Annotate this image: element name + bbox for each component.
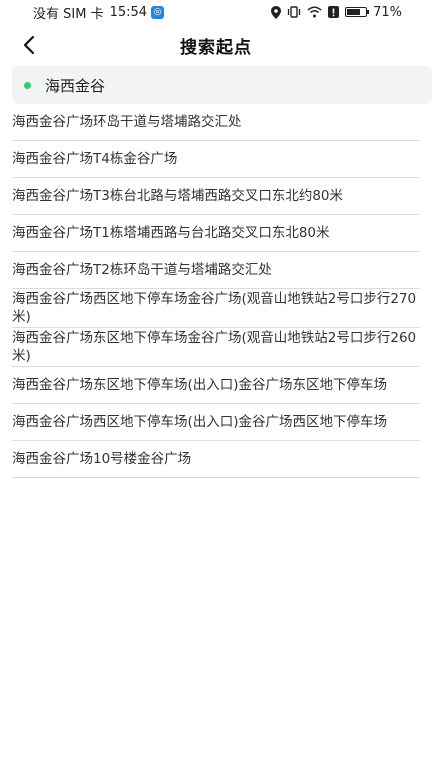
start-point-dot-icon — [24, 81, 31, 89]
header: 搜索起点 — [0, 28, 432, 62]
list-item-label: 海西金谷广场西区地下停车场(出入口)金谷广场西区地下停车场 — [12, 414, 388, 430]
list-item-label: 海西金谷广场T1栋塔埔西路与台北路交叉口东北80米 — [12, 225, 330, 241]
list-item[interactable]: 海西金谷广场10号楼金谷广场 — [12, 441, 420, 478]
list-item[interactable]: 海西金谷广场东区地下停车场金谷广场(观音山地铁站2号口步行260米) — [12, 328, 420, 367]
list-item[interactable]: 海西金谷广场西区地下停车场金谷广场(观音山地铁站2号口步行270米) — [12, 289, 420, 328]
list-item-label: 海西金谷广场西区地下停车场金谷广场(观音山地铁站2号口步行270米) — [12, 291, 417, 325]
vibrate-icon — [287, 6, 301, 18]
result-list: 海西金谷广场环岛干道与塔埔路交汇处 海西金谷广场T4栋金谷广场海西金谷广场T3栋台… — [12, 104, 420, 478]
list-item[interactable]: 海西金谷广场T4栋金谷广场 — [12, 141, 420, 178]
status-right: 71% — [271, 5, 432, 20]
list-item[interactable]: 海西金谷广场T1栋塔埔西路与台北路交叉口东北80米 — [12, 215, 420, 252]
list-item-label: 海西金谷广场T2栋环岛干道与塔埔路交汇处 — [12, 262, 272, 278]
list-item[interactable]: 海西金谷广场环岛干道与塔埔路交汇处 — [12, 104, 420, 141]
app-notification-icon: ◎ — [151, 5, 165, 19]
clock-text: 15:54 — [109, 4, 148, 20]
chevron-left-icon — [23, 36, 35, 54]
search-box[interactable] — [12, 66, 432, 104]
list-item-label: 海西金谷广场10号楼金谷广场 — [12, 451, 192, 467]
list-item[interactable]: 海西金谷广场T2栋环岛干道与塔埔路交汇处 — [12, 252, 420, 289]
list-item-label: 海西金谷广场T3栋台北路与塔埔西路交叉口东北约80米 — [12, 188, 344, 204]
list-item[interactable]: 海西金谷广场T3栋台北路与塔埔西路交叉口东北约80米 — [12, 178, 420, 215]
alert-icon — [328, 6, 340, 18]
search-input[interactable] — [45, 76, 405, 94]
battery-percent: 71% — [373, 4, 402, 20]
page-title: 搜索起点 — [180, 37, 252, 58]
list-item-label: 海西金谷广场东区地下停车场(出入口)金谷广场东区地下停车场 — [12, 377, 388, 393]
location-icon — [271, 5, 282, 19]
list-item-label: 海西金谷广场环岛干道与塔埔路交汇处 — [12, 114, 242, 130]
list-item-label: 海西金谷广场东区地下停车场金谷广场(观音山地铁站2号口步行260米) — [12, 330, 417, 364]
back-button[interactable] — [14, 30, 44, 60]
list-item[interactable]: 海西金谷广场东区地下停车场(出入口)金谷广场东区地下停车场 — [12, 367, 420, 404]
battery-icon — [345, 7, 370, 17]
list-item-label: 海西金谷广场T4栋金谷广场 — [12, 151, 178, 167]
carrier-text: 没有 SIM 卡 — [33, 6, 104, 22]
list-item[interactable]: 海西金谷广场西区地下停车场(出入口)金谷广场西区地下停车场 — [12, 404, 420, 441]
status-left: 没有 SIM 卡 15:54 ◎ — [0, 3, 165, 22]
status-bar: 没有 SIM 卡 15:54 ◎ 71% — [0, 0, 432, 24]
wifi-icon — [307, 6, 322, 18]
